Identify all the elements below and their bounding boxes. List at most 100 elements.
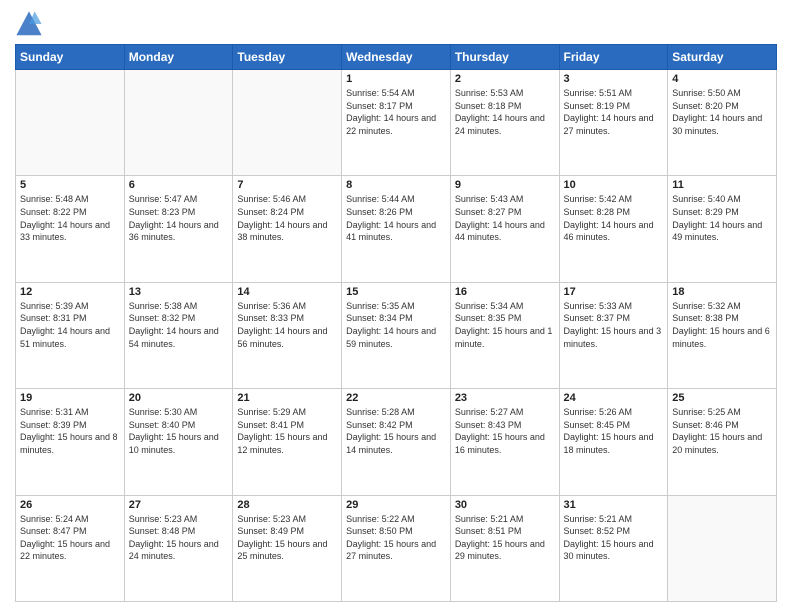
calendar-cell: 21 Sunrise: 5:29 AMSunset: 8:41 PMDayligh… — [233, 389, 342, 495]
col-header-sunday: Sunday — [16, 45, 125, 70]
day-number: 19 — [20, 392, 120, 404]
week-row-5: 26 Sunrise: 5:24 AMSunset: 8:47 PMDayligh… — [16, 495, 777, 601]
week-row-4: 19 Sunrise: 5:31 AMSunset: 8:39 PMDayligh… — [16, 389, 777, 495]
calendar-cell — [668, 495, 777, 601]
week-row-1: 1 Sunrise: 5:54 AMSunset: 8:17 PMDaylight… — [16, 70, 777, 176]
calendar-cell: 7 Sunrise: 5:46 AMSunset: 8:24 PMDaylight… — [233, 176, 342, 282]
day-info: Sunrise: 5:23 AMSunset: 8:49 PMDaylight:… — [237, 513, 337, 563]
calendar-cell: 27 Sunrise: 5:23 AMSunset: 8:48 PMDayligh… — [124, 495, 233, 601]
day-info: Sunrise: 5:27 AMSunset: 8:43 PMDaylight:… — [455, 406, 555, 456]
calendar-cell: 19 Sunrise: 5:31 AMSunset: 8:39 PMDayligh… — [16, 389, 125, 495]
day-number: 29 — [346, 499, 446, 511]
day-info: Sunrise: 5:53 AMSunset: 8:18 PMDaylight:… — [455, 87, 555, 137]
calendar-cell: 30 Sunrise: 5:21 AMSunset: 8:51 PMDayligh… — [450, 495, 559, 601]
calendar-cell: 15Sunrise: 5:35 AMSunset: 8:34 PMDayligh… — [342, 282, 451, 388]
day-number: 10 — [564, 179, 664, 191]
day-info: Sunrise: 5:33 AMSunset: 8:37 PMDaylight:… — [564, 300, 664, 350]
calendar-cell: 24 Sunrise: 5:26 AMSunset: 8:45 PMDayligh… — [559, 389, 668, 495]
calendar-cell: 23 Sunrise: 5:27 AMSunset: 8:43 PMDayligh… — [450, 389, 559, 495]
day-number: 3 — [564, 73, 664, 85]
day-number: 9 — [455, 179, 555, 191]
day-number: 5 — [20, 179, 120, 191]
day-number: 4 — [672, 73, 772, 85]
calendar-cell — [16, 70, 125, 176]
day-info: Sunrise: 5:24 AMSunset: 8:47 PMDaylight:… — [20, 513, 120, 563]
day-number: 12 — [20, 286, 120, 298]
day-number: 24 — [564, 392, 664, 404]
day-info: Sunrise: 5:36 AMSunset: 8:33 PMDaylight:… — [237, 300, 337, 350]
calendar-cell: 2 Sunrise: 5:53 AMSunset: 8:18 PMDaylight… — [450, 70, 559, 176]
day-info: Sunrise: 5:31 AMSunset: 8:39 PMDaylight:… — [20, 406, 120, 456]
logo-icon — [15, 10, 43, 38]
day-info: Sunrise: 5:44 AMSunset: 8:26 PMDaylight:… — [346, 193, 446, 243]
day-info: Sunrise: 5:34 AMSunset: 8:35 PMDaylight:… — [455, 300, 555, 350]
col-header-monday: Monday — [124, 45, 233, 70]
calendar-cell — [233, 70, 342, 176]
day-info: Sunrise: 5:46 AMSunset: 8:24 PMDaylight:… — [237, 193, 337, 243]
calendar-cell: 3 Sunrise: 5:51 AMSunset: 8:19 PMDaylight… — [559, 70, 668, 176]
calendar-cell: 28 Sunrise: 5:23 AMSunset: 8:49 PMDayligh… — [233, 495, 342, 601]
day-number: 7 — [237, 179, 337, 191]
col-header-thursday: Thursday — [450, 45, 559, 70]
calendar-cell: 29Sunrise: 5:22 AMSunset: 8:50 PMDayligh… — [342, 495, 451, 601]
day-number: 8 — [346, 179, 446, 191]
day-info: Sunrise: 5:40 AMSunset: 8:29 PMDaylight:… — [672, 193, 772, 243]
day-info: Sunrise: 5:23 AMSunset: 8:48 PMDaylight:… — [129, 513, 229, 563]
day-info: Sunrise: 5:48 AMSunset: 8:22 PMDaylight:… — [20, 193, 120, 243]
calendar-cell: 6 Sunrise: 5:47 AMSunset: 8:23 PMDaylight… — [124, 176, 233, 282]
day-number: 30 — [455, 499, 555, 511]
calendar-cell: 26 Sunrise: 5:24 AMSunset: 8:47 PMDayligh… — [16, 495, 125, 601]
day-number: 27 — [129, 499, 229, 511]
day-number: 2 — [455, 73, 555, 85]
day-info: Sunrise: 5:29 AMSunset: 8:41 PMDaylight:… — [237, 406, 337, 456]
col-header-saturday: Saturday — [668, 45, 777, 70]
week-row-2: 5 Sunrise: 5:48 AMSunset: 8:22 PMDaylight… — [16, 176, 777, 282]
day-info: Sunrise: 5:39 AMSunset: 8:31 PMDaylight:… — [20, 300, 120, 350]
day-number: 20 — [129, 392, 229, 404]
day-number: 22 — [346, 392, 446, 404]
calendar-cell: 13Sunrise: 5:38 AMSunset: 8:32 PMDayligh… — [124, 282, 233, 388]
calendar-cell: 9 Sunrise: 5:43 AMSunset: 8:27 PMDaylight… — [450, 176, 559, 282]
calendar-cell: 16 Sunrise: 5:34 AMSunset: 8:35 PMDayligh… — [450, 282, 559, 388]
day-number: 31 — [564, 499, 664, 511]
calendar-cell: 12 Sunrise: 5:39 AMSunset: 8:31 PMDayligh… — [16, 282, 125, 388]
day-number: 17 — [564, 286, 664, 298]
day-info: Sunrise: 5:35 AMSunset: 8:34 PMDaylight:… — [346, 300, 446, 350]
day-number: 16 — [455, 286, 555, 298]
day-number: 23 — [455, 392, 555, 404]
calendar-cell: 31 Sunrise: 5:21 AMSunset: 8:52 PMDayligh… — [559, 495, 668, 601]
calendar-cell: 1 Sunrise: 5:54 AMSunset: 8:17 PMDaylight… — [342, 70, 451, 176]
calendar-cell — [124, 70, 233, 176]
day-info: Sunrise: 5:43 AMSunset: 8:27 PMDaylight:… — [455, 193, 555, 243]
calendar-cell: 10 Sunrise: 5:42 AMSunset: 8:28 PMDayligh… — [559, 176, 668, 282]
day-info: Sunrise: 5:42 AMSunset: 8:28 PMDaylight:… — [564, 193, 664, 243]
day-info: Sunrise: 5:21 AMSunset: 8:51 PMDaylight:… — [455, 513, 555, 563]
day-info: Sunrise: 5:38 AMSunset: 8:32 PMDaylight:… — [129, 300, 229, 350]
calendar-cell: 5 Sunrise: 5:48 AMSunset: 8:22 PMDaylight… — [16, 176, 125, 282]
calendar-cell: 18Sunrise: 5:32 AMSunset: 8:38 PMDayligh… — [668, 282, 777, 388]
week-row-3: 12 Sunrise: 5:39 AMSunset: 8:31 PMDayligh… — [16, 282, 777, 388]
day-number: 6 — [129, 179, 229, 191]
day-number: 1 — [346, 73, 446, 85]
day-info: Sunrise: 5:54 AMSunset: 8:17 PMDaylight:… — [346, 87, 446, 137]
calendar-cell: 22Sunrise: 5:28 AMSunset: 8:42 PMDayligh… — [342, 389, 451, 495]
day-number: 28 — [237, 499, 337, 511]
logo — [15, 10, 47, 38]
col-header-tuesday: Tuesday — [233, 45, 342, 70]
day-info: Sunrise: 5:26 AMSunset: 8:45 PMDaylight:… — [564, 406, 664, 456]
day-number: 11 — [672, 179, 772, 191]
day-info: Sunrise: 5:47 AMSunset: 8:23 PMDaylight:… — [129, 193, 229, 243]
calendar-table: SundayMondayTuesdayWednesdayThursdayFrid… — [15, 44, 777, 602]
day-number: 25 — [672, 392, 772, 404]
day-info: Sunrise: 5:21 AMSunset: 8:52 PMDaylight:… — [564, 513, 664, 563]
calendar-cell: 17 Sunrise: 5:33 AMSunset: 8:37 PMDayligh… — [559, 282, 668, 388]
day-number: 14 — [237, 286, 337, 298]
day-info: Sunrise: 5:32 AMSunset: 8:38 PMDaylight:… — [672, 300, 772, 350]
day-info: Sunrise: 5:51 AMSunset: 8:19 PMDaylight:… — [564, 87, 664, 137]
calendar-cell: 4 Sunrise: 5:50 AMSunset: 8:20 PMDaylight… — [668, 70, 777, 176]
day-info: Sunrise: 5:50 AMSunset: 8:20 PMDaylight:… — [672, 87, 772, 137]
col-header-wednesday: Wednesday — [342, 45, 451, 70]
day-number: 21 — [237, 392, 337, 404]
day-number: 26 — [20, 499, 120, 511]
calendar-cell: 25Sunrise: 5:25 AMSunset: 8:46 PMDayligh… — [668, 389, 777, 495]
